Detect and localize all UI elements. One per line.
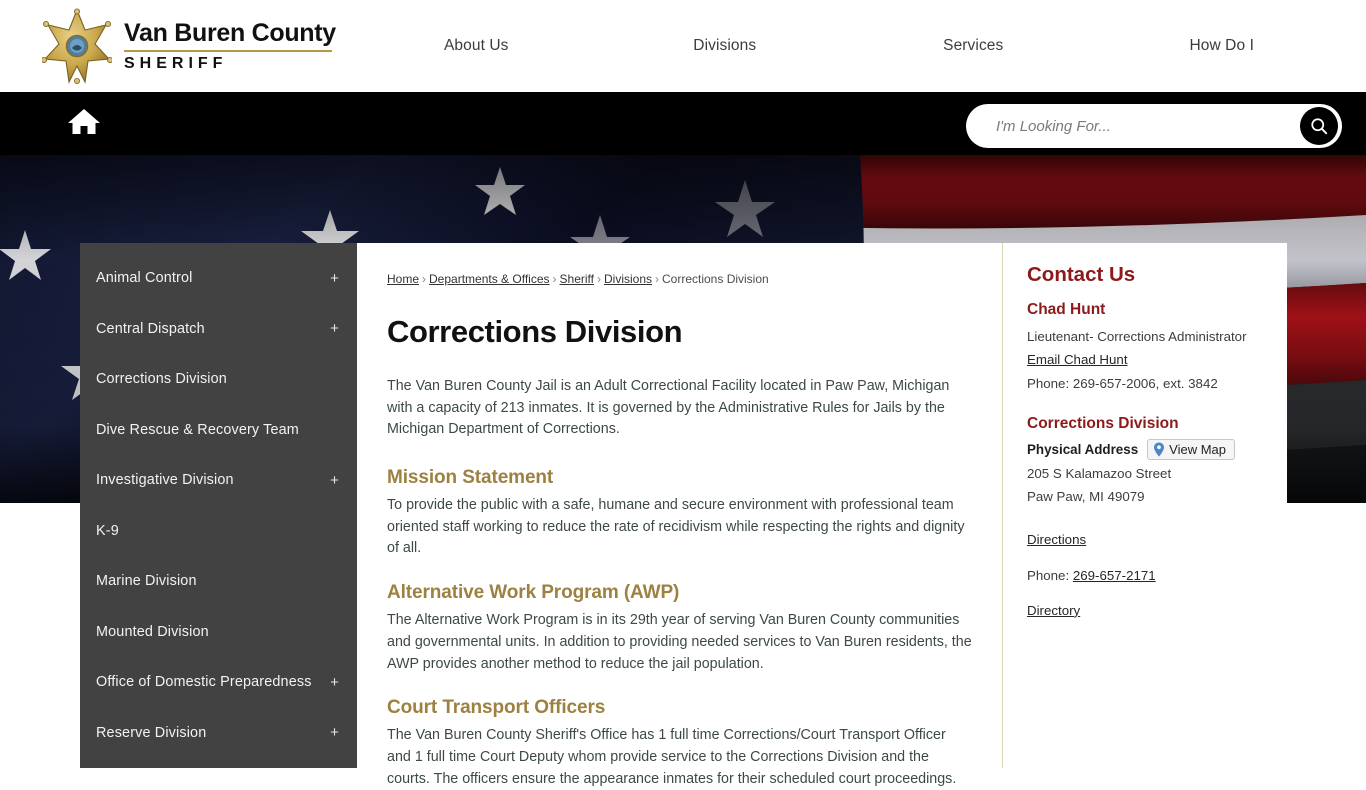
main-content: Home › Departments & Offices › Sheriff › Divis… [357, 243, 1002, 787]
sidebar-item-mounted-division[interactable]: Mounted Division [80, 607, 357, 658]
contact-person-phone: Phone: 269-657-2006, ext. 3842 [1027, 375, 1218, 391]
content-card: Home › Departments & Offices › Sheriff › Divis… [357, 243, 1287, 787]
map-pin-icon [1154, 442, 1165, 457]
expand-plus-icon[interactable]: + [330, 675, 339, 690]
physical-address-label: Physical Address [1027, 441, 1139, 457]
sidebar-item-label: Animal Control [96, 270, 193, 287]
contact-person-name: Chad Hunt [1027, 301, 1106, 318]
sheriff-star-badge-icon [41, 8, 114, 85]
breadcrumb-item-sheriff[interactable]: Sheriff [560, 272, 594, 286]
intro-paragraph: The Van Buren County Jail is an Adult Co… [387, 377, 950, 438]
sidebar-item-corrections-division[interactable]: Corrections Division [80, 354, 357, 405]
sidebar-item-central-dispatch[interactable]: Central Dispatch + [80, 304, 357, 355]
division-phone-link[interactable]: 269-657-2171 [1073, 564, 1156, 587]
sidebar-item-office-of-domestic-preparedness[interactable]: Office of Domestic Preparedness + [80, 657, 357, 708]
contact-sidebar: Contact Us Chad Hunt Lieutenant- Correct… [1002, 243, 1287, 768]
breadcrumb-item-home[interactable]: Home [387, 272, 419, 286]
brand-text-block: Van Buren County SHERIFF [124, 20, 336, 71]
nav-item-about-us[interactable]: About Us [352, 37, 601, 55]
search-icon [1311, 118, 1328, 135]
expand-plus-icon[interactable]: + [330, 321, 339, 336]
page-title: Corrections Division [387, 313, 683, 349]
expand-plus-icon[interactable]: + [330, 271, 339, 286]
contact-person-role: Lieutenant- Corrections Administrator [1027, 329, 1247, 344]
email-contact-link[interactable]: Email Chad Hunt [1027, 348, 1128, 371]
directory-link[interactable]: Directory [1027, 599, 1080, 622]
address-line-2: Paw Paw, MI 49079 [1027, 489, 1145, 505]
sidebar-item-label: Dive Rescue & Recovery Team [96, 421, 299, 438]
search-input[interactable] [994, 116, 1300, 136]
expand-plus-icon[interactable]: + [330, 725, 339, 740]
brand-title: Van Buren County [124, 19, 336, 48]
section-heading: Mission Statement [387, 466, 554, 488]
site-header: Van Buren County SHERIFF About Us Divisi… [0, 0, 1366, 92]
sidebar-item-marine-division[interactable]: Marine Division [80, 556, 357, 607]
contact-us-title: Contact Us [1027, 263, 1136, 286]
breadcrumb-item-current: Corrections Division [662, 272, 769, 286]
sidebar-item-label: Marine Division [96, 573, 197, 590]
site-brand[interactable]: Van Buren County SHERIFF [41, 8, 352, 85]
nav-item-services[interactable]: Services [849, 37, 1098, 55]
nav-item-divisions[interactable]: Divisions [601, 37, 850, 55]
sidebar-item-label: Central Dispatch [96, 320, 205, 337]
sidebar-item-animal-control[interactable]: Animal Control + [80, 253, 357, 304]
sidebar-item-label: Mounted Division [96, 623, 209, 640]
sidebar-item-investigative-division[interactable]: Investigative Division + [80, 455, 357, 506]
brand-subtitle: SHERIFF [124, 54, 228, 72]
section-body: The Alternative Work Program is in its 2… [387, 612, 972, 672]
view-map-label: View Map [1169, 441, 1226, 457]
section-body: To provide the public with a safe, human… [387, 496, 965, 557]
section-alternative-work-program: Alternative Work Program (AWP) The Alter… [387, 582, 972, 675]
section-heading: Court Transport Officers [387, 697, 606, 719]
physical-address-row: Physical Address View Map [1027, 438, 1263, 460]
breadcrumb-separator: › [655, 272, 659, 286]
nav-item-how-do-i[interactable]: How Do I [1098, 37, 1347, 55]
sidebar-item-reserve-division[interactable]: Reserve Division + [80, 708, 357, 759]
search-bar[interactable] [966, 104, 1342, 148]
contact-division-title: Corrections Division [1027, 414, 1179, 432]
search-button[interactable] [1300, 107, 1338, 145]
directions-link[interactable]: Directions [1027, 528, 1086, 551]
home-icon[interactable] [66, 106, 102, 136]
phone-prefix-label: Phone: [1027, 567, 1073, 583]
division-phone-row: Phone: 269-657-2171 [1027, 564, 1263, 587]
sidebar-item-dive-rescue-recovery-team[interactable]: Dive Rescue & Recovery Team [80, 405, 357, 456]
view-map-button[interactable]: View Map [1147, 438, 1235, 460]
breadcrumb-item-divisions[interactable]: Divisions [604, 272, 652, 286]
sidebar-item-label: Office of Domestic Preparedness [96, 674, 312, 691]
section-body: The Van Buren County Sheriff's Office ha… [387, 727, 957, 787]
breadcrumb-separator: › [596, 272, 601, 286]
section-court-transport-officers: Court Transport Officers The Van Buren C… [387, 697, 972, 790]
section-heading: Alternative Work Program (AWP) [387, 582, 680, 604]
brand-divider [124, 49, 332, 52]
breadcrumb-separator: › [422, 272, 427, 286]
sidebar-item-label: Corrections Division [96, 371, 227, 388]
address-line-1: 205 S Kalamazoo Street [1027, 465, 1172, 481]
sidebar-item-label: Investigative Division [96, 472, 234, 489]
sidebar-item-label: K-9 [96, 522, 119, 539]
section-mission-statement: Mission Statement To provide the public … [387, 467, 972, 560]
breadcrumb-item-departments-offices[interactable]: Departments & Offices [429, 272, 550, 286]
division-sidebar-nav: Animal Control + Central Dispatch + Corr… [80, 243, 357, 768]
breadcrumb-separator: › [552, 272, 557, 286]
primary-navigation: About Us Divisions Services How Do I [352, 0, 1366, 92]
breadcrumb: Home › Departments & Offices › Sheriff › Divis… [387, 271, 972, 288]
sidebar-item-k9[interactable]: K-9 [80, 506, 357, 557]
expand-plus-icon[interactable]: + [330, 473, 339, 488]
sidebar-item-label: Reserve Division [96, 724, 207, 741]
